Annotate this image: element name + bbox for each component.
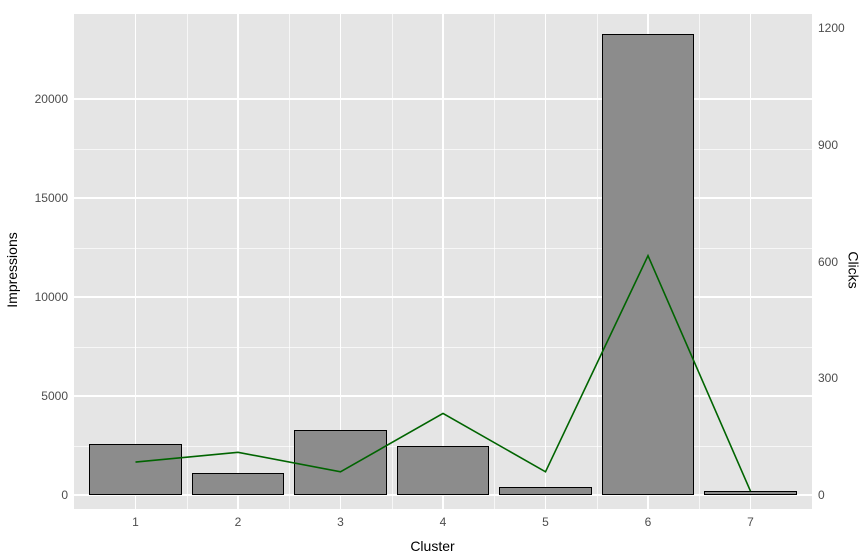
dual-axis-chart: Impressions Clicks Cluster 0500010000150… (0, 0, 865, 556)
ytick-right: 900 (818, 138, 838, 152)
x-axis-label: Cluster (410, 538, 454, 554)
line-series (74, 14, 812, 509)
ytick-left: 10000 (35, 290, 68, 304)
xtick: 1 (132, 515, 139, 529)
xtick: 2 (235, 515, 242, 529)
y-axis-label-right: Clicks (845, 233, 861, 270)
xtick: 7 (747, 515, 754, 529)
plot-area: 0500010000150002000003006009001200123456… (74, 14, 812, 509)
ytick-right: 0 (818, 488, 825, 502)
ytick-right: 1200 (818, 21, 845, 35)
ytick-left: 0 (61, 488, 68, 502)
ytick-right: 600 (818, 255, 838, 269)
xtick: 4 (440, 515, 447, 529)
ytick-left: 5000 (41, 389, 68, 403)
y-axis-label-left: Impressions (4, 195, 20, 270)
ytick-right: 300 (818, 371, 838, 385)
xtick: 3 (337, 515, 344, 529)
xtick: 5 (542, 515, 549, 529)
clicks-line (136, 256, 751, 492)
xtick: 6 (645, 515, 652, 529)
ytick-left: 20000 (35, 92, 68, 106)
ytick-left: 15000 (35, 191, 68, 205)
